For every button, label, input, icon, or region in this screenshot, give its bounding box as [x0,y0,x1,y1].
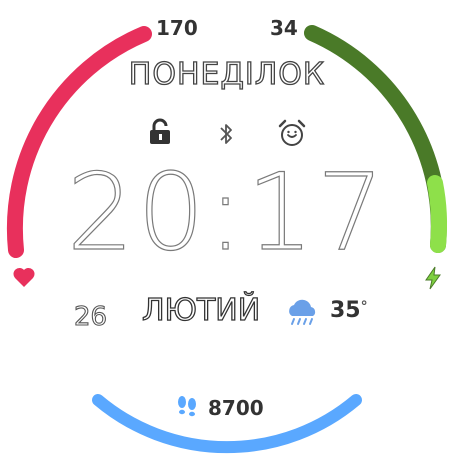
steps-value: 8700 [208,396,264,420]
alarm-clock-icon [278,119,306,146]
time-display: 20:17 [0,159,454,266]
time-minutes: 17 [246,151,388,274]
month-label: ЛЮТИЙ [141,293,261,328]
rain-cloud-icon [289,299,316,325]
charging-bolt-icon [425,266,441,290]
watch-face: 170 34 ПОНЕДІЛОК 20:17 26 ЛЮТИЙ 35° 8700 [0,0,454,454]
time-separator: : [207,151,247,274]
lock-open-icon [150,118,170,144]
heart-rate-max-label: 170 [156,16,198,40]
heart-icon [13,267,35,287]
bluetooth-icon [220,124,232,144]
temperature-value: 35° [330,300,368,322]
temperature-unit: ° [360,299,368,315]
time-hours: 20 [66,151,208,274]
footsteps-icon [178,396,196,417]
temperature-number: 35 [330,298,361,323]
weekday-label: ПОНЕДІЛОК [128,57,326,92]
battery-max-label: 34 [270,16,298,40]
day-number: 26 [73,302,108,332]
